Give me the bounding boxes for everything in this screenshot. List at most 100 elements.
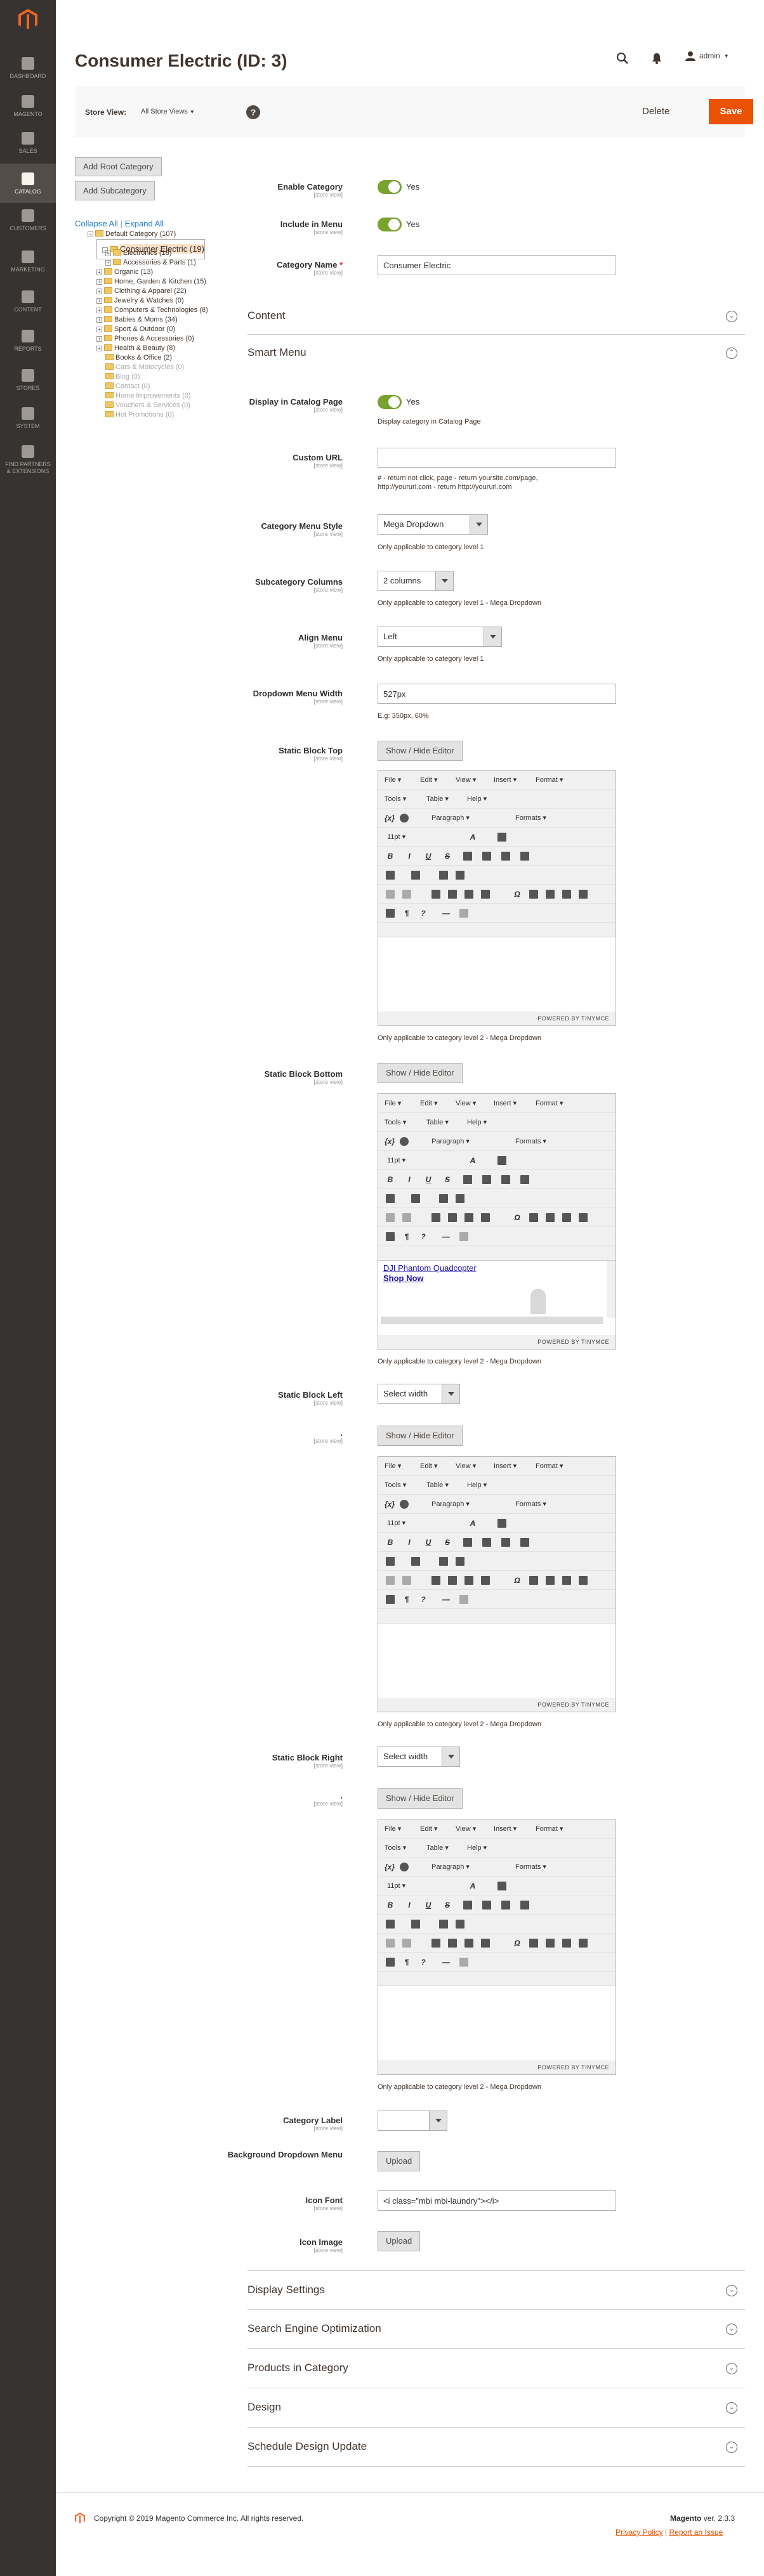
redo-icon[interactable] bbox=[402, 890, 411, 899]
tree-node-hot-promotions[interactable]: Hot Promotions (0) bbox=[105, 410, 174, 419]
tree-node-phones[interactable]: + Phones & Accessories (0) bbox=[96, 334, 194, 343]
formats-select[interactable]: Formats ▾ bbox=[515, 1863, 546, 1871]
expand-icon[interactable]: + bbox=[96, 317, 102, 323]
menu-insert[interactable]: Insert ▾ bbox=[494, 1825, 517, 1833]
table-icon[interactable] bbox=[481, 1213, 490, 1222]
font-size-select[interactable]: 11pt ▾ bbox=[387, 833, 405, 841]
menu-file[interactable]: File ▾ bbox=[385, 1462, 401, 1470]
insert-more-icon[interactable] bbox=[579, 1213, 588, 1222]
underline-icon[interactable]: U bbox=[424, 1175, 433, 1184]
menu-table[interactable]: Table ▾ bbox=[426, 1118, 449, 1126]
italic-icon[interactable]: I bbox=[405, 1901, 414, 1909]
paragraph-select[interactable]: Paragraph ▾ bbox=[431, 1137, 470, 1145]
bg-color-icon[interactable] bbox=[497, 833, 506, 842]
emoticon-icon[interactable] bbox=[562, 1576, 571, 1585]
special-char-icon[interactable]: Ω bbox=[513, 1576, 522, 1585]
nav-partners[interactable]: Find Partners & Extensions bbox=[0, 445, 56, 481]
strikethrough-icon[interactable]: S bbox=[443, 1538, 452, 1547]
magento-logo-icon[interactable] bbox=[18, 9, 37, 30]
indent-icon[interactable] bbox=[456, 1557, 464, 1566]
help-icon[interactable]: ? bbox=[419, 1958, 428, 1967]
align-left-icon[interactable] bbox=[463, 1538, 472, 1547]
show-hide-editor-button[interactable]: Show / Hide Editor bbox=[378, 1426, 463, 1446]
widget-icon[interactable] bbox=[400, 1500, 409, 1509]
nav-dashboard[interactable]: Dashboard bbox=[0, 57, 56, 85]
bold-icon[interactable]: B bbox=[386, 1175, 395, 1184]
expand-icon[interactable]: + bbox=[96, 346, 102, 351]
help-icon[interactable]: ? bbox=[419, 1595, 428, 1604]
menu-format[interactable]: Format ▾ bbox=[536, 1099, 563, 1107]
image-icon[interactable] bbox=[464, 1576, 473, 1585]
editor-link-text[interactable]: DJI Phantom Quadcopter bbox=[383, 1263, 477, 1273]
link-icon[interactable] bbox=[431, 1939, 440, 1948]
bg-dropdown-upload-button[interactable]: Upload bbox=[378, 2151, 421, 2171]
tree-node-default-category[interactable]: − Default Category (107) bbox=[88, 230, 176, 238]
align-menu-select[interactable]: Left bbox=[378, 627, 502, 647]
category-name-input[interactable] bbox=[378, 255, 616, 275]
icon-font-input[interactable] bbox=[378, 2190, 616, 2211]
tree-node-electronics[interactable]: + Electronics (18) bbox=[105, 249, 171, 257]
code-icon[interactable]: {x} bbox=[385, 1500, 395, 1509]
menu-table[interactable]: Table ▾ bbox=[426, 1481, 449, 1489]
expand-all-link[interactable]: Expand All bbox=[125, 219, 164, 228]
horizontal-rule-icon[interactable]: — bbox=[442, 1958, 451, 1967]
code-icon[interactable]: {x} bbox=[385, 1137, 395, 1146]
menu-help[interactable]: Help ▾ bbox=[467, 1481, 487, 1489]
wysiwyg-editor-left[interactable]: File ▾ Edit ▾ View ▾ Insert ▾ Format ▾ T… bbox=[378, 1456, 616, 1712]
media-icon[interactable] bbox=[529, 890, 538, 899]
expand-icon[interactable]: + bbox=[105, 260, 111, 266]
table-icon[interactable] bbox=[481, 1939, 490, 1948]
menu-edit[interactable]: Edit ▾ bbox=[420, 776, 438, 784]
custom-url-input[interactable] bbox=[378, 448, 616, 468]
help-icon[interactable]: ? bbox=[246, 105, 260, 119]
indent-icon[interactable] bbox=[456, 871, 464, 880]
outdent-icon[interactable] bbox=[439, 1194, 448, 1203]
undo-icon[interactable] bbox=[386, 890, 395, 899]
paragraph-select[interactable]: Paragraph ▾ bbox=[431, 1500, 470, 1508]
font-size-select[interactable]: 11pt ▾ bbox=[387, 1882, 405, 1890]
menu-file[interactable]: File ▾ bbox=[385, 776, 401, 784]
nav-catalog[interactable]: Catalog bbox=[0, 164, 56, 203]
display-settings-section[interactable]: Display Settings ⌄ bbox=[247, 2270, 745, 2310]
tree-node-home-garden[interactable]: + Home, Garden & Kitchen (15) bbox=[96, 277, 206, 286]
menu-insert[interactable]: Insert ▾ bbox=[494, 776, 517, 784]
underline-icon[interactable]: U bbox=[424, 1901, 433, 1909]
page-break-icon[interactable] bbox=[459, 1595, 468, 1604]
text-color-icon[interactable]: A bbox=[468, 1882, 477, 1890]
search-replace-icon[interactable] bbox=[386, 1958, 395, 1967]
code-icon[interactable]: {x} bbox=[385, 1863, 395, 1871]
image-icon[interactable] bbox=[464, 1939, 473, 1948]
anchor-icon[interactable] bbox=[448, 1576, 457, 1585]
link-icon[interactable] bbox=[431, 1576, 440, 1585]
strikethrough-icon[interactable]: S bbox=[443, 852, 452, 861]
menu-help[interactable]: Help ▾ bbox=[467, 1118, 487, 1126]
table-icon[interactable] bbox=[481, 890, 490, 899]
chevron-down-icon[interactable]: ⌄ bbox=[726, 2402, 737, 2414]
menu-edit[interactable]: Edit ▾ bbox=[420, 1825, 438, 1833]
nav-system[interactable]: System bbox=[0, 407, 56, 435]
align-center-icon[interactable] bbox=[482, 1175, 491, 1184]
outdent-icon[interactable] bbox=[439, 1920, 448, 1929]
link-icon[interactable] bbox=[431, 890, 440, 899]
table-icon[interactable] bbox=[481, 1576, 490, 1585]
align-right-icon[interactable] bbox=[501, 1538, 510, 1547]
align-right-icon[interactable] bbox=[501, 852, 510, 861]
numbered-list-icon[interactable] bbox=[411, 871, 420, 880]
chevron-down-icon[interactable]: ⌄ bbox=[726, 2324, 737, 2335]
menu-format[interactable]: Format ▾ bbox=[536, 776, 563, 784]
anchor-icon[interactable] bbox=[448, 1939, 457, 1948]
underline-icon[interactable]: U bbox=[424, 852, 433, 861]
bg-color-icon[interactable] bbox=[497, 1882, 506, 1890]
bg-color-icon[interactable] bbox=[497, 1519, 506, 1528]
underline-icon[interactable]: U bbox=[424, 1538, 433, 1547]
italic-icon[interactable]: I bbox=[405, 1175, 414, 1184]
nav-magento[interactable]: Magento bbox=[0, 95, 56, 123]
store-view-switcher[interactable]: All Store Views ▼ bbox=[141, 108, 195, 115]
expand-icon[interactable]: + bbox=[96, 327, 102, 332]
insert-more-icon[interactable] bbox=[579, 890, 588, 899]
tree-node-computers[interactable]: + Computers & Technologies (8) bbox=[96, 306, 208, 315]
show-hide-editor-button[interactable]: Show / Hide Editor bbox=[378, 741, 463, 761]
embed-icon[interactable] bbox=[546, 1576, 555, 1585]
tree-node-jewelry[interactable]: + Jewelry & Watches (0) bbox=[96, 296, 184, 305]
widget-icon[interactable] bbox=[400, 1137, 409, 1146]
